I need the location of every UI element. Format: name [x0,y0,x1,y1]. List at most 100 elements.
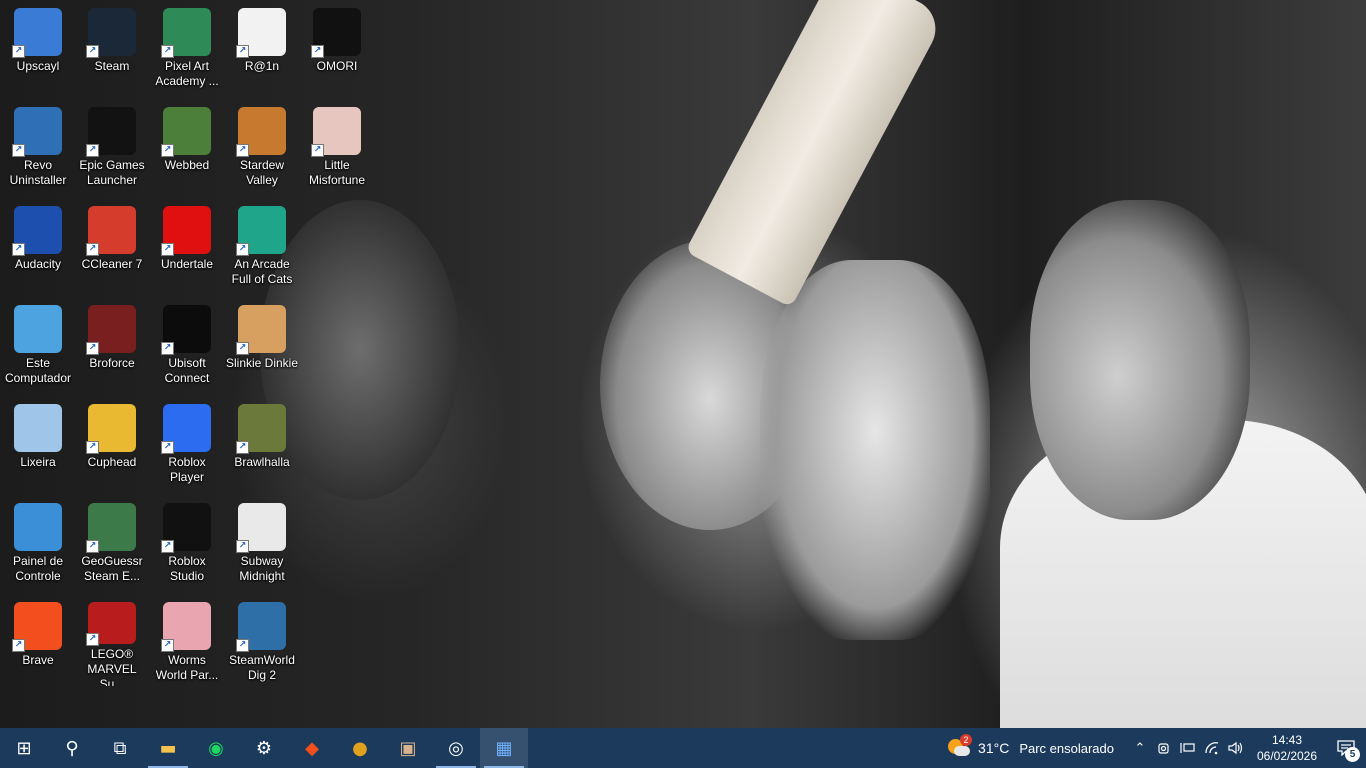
shortcut-arrow-icon: ↗ [86,342,99,355]
shortcut-arrow-icon: ↗ [161,441,174,454]
shortcut-arrow-icon: ↗ [236,243,249,256]
desktop-icon[interactable]: ↗ Brave [0,594,76,686]
webbed-icon: ↗ [161,107,211,157]
taskbar-clock[interactable]: 14:43 06/02/2026 [1248,732,1326,764]
taskbar-app-list: ⊞ ⚲ ⧉ ▬ ◉ ⚙ ◆ ● ▣ ◎ ▦ [0,728,528,768]
desktop-icon[interactable]: ↗ Undertale [149,198,225,290]
steam-icon: ◎ [448,737,464,759]
desktop-icon[interactable]: ↗ Roblox Player [149,396,225,488]
shortcut-arrow-icon: ↗ [311,144,324,157]
desktop-icon[interactable]: ↗ Brawlhalla [224,396,300,488]
desktop-icon[interactable]: ↗ Cuphead [74,396,150,488]
desktop-icon[interactable]: Lixeira [0,396,76,488]
desktop-icon[interactable]: ↗ OMORI [299,0,375,92]
pixel-art-academy-icon: ↗ [161,8,211,58]
taskbar-button[interactable]: ⊞ [0,728,48,768]
desktop-icon-label: Slinkie Dinkie [225,356,299,370]
desktop-icon-label: Undertale [160,257,214,271]
desktop-icon[interactable]: ↗ Upscayl [0,0,76,92]
desktop-icon-label: GeoGuessr Steam E... [81,554,143,583]
desktop-icon[interactable]: ↗ Slinkie Dinkie [224,297,300,389]
desktop-icon-label: Lixeira [20,455,56,469]
brave-icon: ◆ [305,737,319,759]
volume-icon[interactable] [1224,728,1248,768]
steamworld-dig-icon: ↗ [236,602,286,652]
action-center-button[interactable]: 5 [1326,728,1366,768]
desktop-icon[interactable]: Este Computador [0,297,76,389]
network-icon[interactable] [1176,728,1200,768]
shortcut-arrow-icon: ↗ [161,540,174,553]
system-tray: 2 31°C Parc ensolarado ⌃ 14:43 06/02/202… [948,728,1366,768]
geoguessr-icon: ↗ [86,503,136,553]
taskbar-button[interactable]: ▦ [480,728,528,768]
shortcut-arrow-icon: ↗ [236,540,249,553]
ubisoft-connect-icon: ↗ [161,305,211,355]
desktop-icon[interactable]: ↗ Roblox Studio [149,495,225,587]
shortcut-arrow-icon: ↗ [311,45,324,58]
desktop-icon[interactable]: ↗ Audacity [0,198,76,290]
weather-temperature: 31°C [978,740,1010,756]
upscayl-icon: ↗ [12,8,62,58]
taskbar-button[interactable]: ● [336,728,384,768]
taskbar-button[interactable]: ▬ [144,728,192,768]
desktop-icon[interactable]: ↗ SteamWorld Dig 2 [224,594,300,686]
desktop-icon-label: Steam [94,59,130,73]
desktop-icon[interactable]: ↗ Worms World Par... [149,594,225,686]
taskbar: ⊞ ⚲ ⧉ ▬ ◉ ⚙ ◆ ● ▣ ◎ ▦ 2 31°C Parc ensolarado ⌃ 14:… [0,728,1366,768]
desktop-icon[interactable]: ↗ Subway Midnight [224,495,300,587]
desktop-icon[interactable]: ↗ Ubisoft Connect [149,297,225,389]
wifi-icon[interactable] [1200,728,1224,768]
desktop-icon[interactable]: ↗ Little Misfortune [299,99,375,191]
taskbar-button[interactable]: ⚲ [48,728,96,768]
desktop-icon[interactable]: Painel de Controle [0,495,76,587]
roblox-player-icon: ↗ [161,404,211,454]
computer-icon [14,305,62,353]
notification-count-badge: 5 [1345,747,1360,762]
undertale-heart-icon: ↗ [161,206,211,256]
desktop-icon[interactable]: ↗ Revo Uninstaller [0,99,76,191]
text-file-icon: ↗ [236,8,286,58]
shortcut-arrow-icon: ↗ [161,243,174,256]
desktop-icon[interactable]: ↗ Broforce [74,297,150,389]
desktop-icon-label: Pixel Art Academy ... [155,59,219,88]
taskbar-button[interactable]: ◆ [288,728,336,768]
wallpaper-hands [760,260,990,640]
desktop-icon[interactable]: ↗ Pixel Art Academy ... [149,0,225,92]
recycle-bin-icon [14,404,62,452]
desktop-icon[interactable]: ↗ An Arcade Full of Cats [224,198,300,290]
desktop-icon[interactable]: ↗ Epic Games Launcher [74,99,150,191]
desktop-icon[interactable]: ↗ Stardew Valley [224,99,300,191]
taskbar-button[interactable]: ◉ [192,728,240,768]
shortcut-arrow-icon: ↗ [236,639,249,652]
wallpaper-person-right [1030,200,1250,520]
taskbar-button[interactable]: ⚙ [240,728,288,768]
desktop-icon[interactable]: ↗ Steam [74,0,150,92]
weather-widget[interactable]: 2 31°C Parc ensolarado [948,734,1114,758]
desktop-icon-label: An Arcade Full of Cats [231,257,293,286]
taskbar-button[interactable]: ▣ [384,728,432,768]
taskbar-button[interactable]: ⧉ [96,728,144,768]
shortcut-arrow-icon: ↗ [86,540,99,553]
weather-sun-cloud-icon: 2 [948,734,973,758]
taskbar-button[interactable]: ◎ [432,728,480,768]
desktop-icon[interactable]: ↗ Webbed [149,99,225,191]
desktop-icon-label: Brawlhalla [234,455,290,469]
show-hidden-icons-chevron-icon[interactable]: ⌃ [1128,728,1152,768]
shortcut-arrow-icon: ↗ [86,144,99,157]
shortcut-arrow-icon: ↗ [236,144,249,157]
shortcut-arrow-icon: ↗ [236,45,249,58]
desktop-icon[interactable]: ↗ GeoGuessr Steam E... [74,495,150,587]
shortcut-arrow-icon: ↗ [12,45,25,58]
desktop-icon-grid: ↗ Upscayl ↗ Revo Uninstaller ↗ Audacity Este C… [0,0,380,728]
meet-now-icon[interactable] [1152,728,1176,768]
desktop-icon[interactable]: ↗ CCleaner 7 [74,198,150,290]
desktop-icon-label: Brave [22,653,54,667]
epic-games-icon: ↗ [86,107,136,157]
shortcut-arrow-icon: ↗ [161,45,174,58]
shortcut-arrow-icon: ↗ [236,342,249,355]
desktop-icon[interactable]: ↗ LEGO® MARVEL Su... [74,594,150,686]
taskbar-app-icon: ▣ [399,737,417,759]
desktop-icon-label: Worms World Par... [155,653,219,682]
desktop-icon[interactable]: ↗ R@1n [224,0,300,92]
shortcut-arrow-icon: ↗ [161,639,174,652]
